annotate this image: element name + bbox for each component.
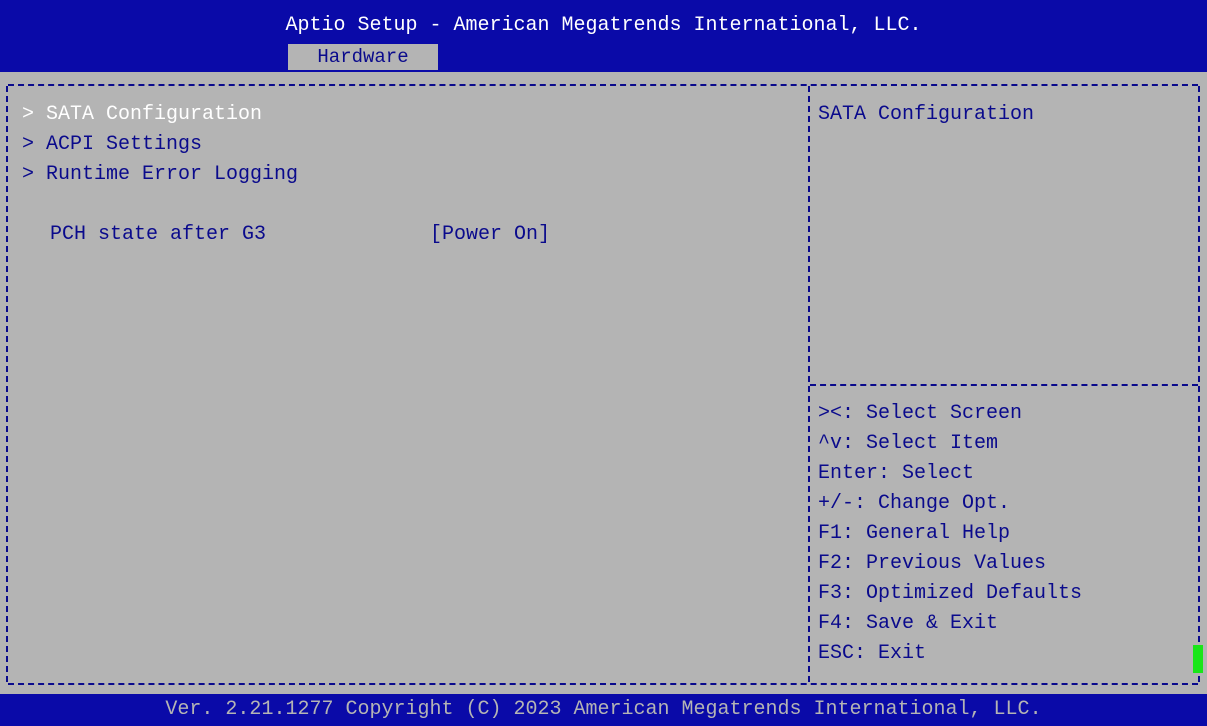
key-general-help: F1: General Help xyxy=(818,522,1011,545)
text-cursor xyxy=(1193,645,1203,673)
frame-top-border xyxy=(8,84,1198,86)
key-optimized-defaults: F3: Optimized Defaults xyxy=(818,582,1083,605)
menu-item-sata-configuration[interactable]: > SATA Configuration xyxy=(22,101,262,129)
key-select-item: ^v: Select Item xyxy=(818,432,999,455)
key-save-exit: F4: Save & Exit xyxy=(818,612,999,635)
tab-hardware[interactable]: Hardware xyxy=(288,44,438,70)
menu-item-runtime-error-logging[interactable]: > Runtime Error Logging xyxy=(22,161,298,189)
setting-value-pch-state[interactable]: [Power On] xyxy=(430,221,550,249)
footer-version: Ver. 2.21.1277 Copyright (C) 2023 Americ… xyxy=(0,694,1207,726)
key-previous-values: F2: Previous Values xyxy=(818,552,1047,575)
key-select-screen: ><: Select Screen xyxy=(818,402,1023,425)
frame-right-border xyxy=(1198,86,1200,682)
frame-bottom-border xyxy=(8,683,1198,685)
frame-left-border xyxy=(6,86,8,682)
key-esc-exit: ESC: Exit xyxy=(818,642,927,665)
title-bar: Aptio Setup - American Megatrends Intern… xyxy=(0,0,1207,72)
help-divider xyxy=(810,384,1198,386)
key-enter-select: Enter: Select xyxy=(818,462,975,485)
menu-item-acpi-settings[interactable]: > ACPI Settings xyxy=(22,131,202,159)
help-text: SATA Configuration xyxy=(818,103,1035,126)
key-change-opt: +/-: Change Opt. xyxy=(818,492,1011,515)
app-title: Aptio Setup - American Megatrends Intern… xyxy=(285,14,922,37)
setting-label-pch-state: PCH state after G3 xyxy=(50,223,267,246)
